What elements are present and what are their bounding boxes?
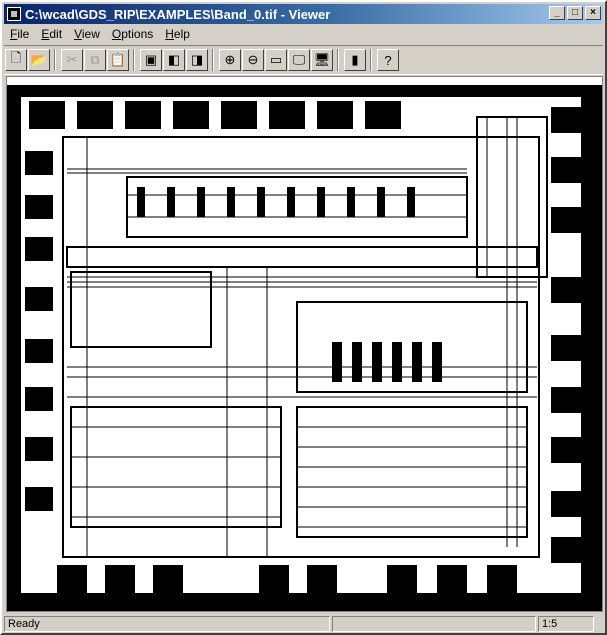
new-document-icon[interactable]: 🗋 [5,49,27,71]
zoom-out-icon[interactable]: ⊖ [242,49,264,71]
toolbar-separator [370,49,372,71]
menu-file[interactable]: File [4,27,35,41]
window-title: C:\wcad\GDS_RIP\EXAMPLES\Band_0.tif - Vi… [25,6,331,22]
zoom-indicator: 1:5 [538,615,594,632]
monitor-color-icon[interactable]: 🖥 [311,49,333,71]
zoom-1-1-icon[interactable]: ▭ [265,49,287,71]
cut-icon[interactable]: ✂ [61,49,83,71]
copy-icon[interactable]: ⧉ [84,49,106,71]
layer-view-icon[interactable]: ▣ [140,49,162,71]
paste-icon[interactable]: 📋 [107,49,129,71]
layer-stack-icon[interactable]: ◧ [163,49,185,71]
title-bar[interactable]: C:\wcad\GDS_RIP\EXAMPLES\Band_0.tif - Vi… [4,4,603,24]
viewer-window: C:\wcad\GDS_RIP\EXAMPLES\Band_0.tif - Vi… [0,0,607,635]
menu-help[interactable]: Help [159,27,196,41]
status-text: Ready [4,615,330,632]
menu-bar: File Edit View Options Help [4,25,603,43]
app-icon[interactable] [7,7,21,21]
open-folder-icon[interactable]: 📂 [28,49,50,71]
layer-color-icon[interactable]: ◨ [186,49,208,71]
menu-view[interactable]: View [68,27,106,41]
menu-edit[interactable]: Edit [35,27,68,41]
zoom-in-icon[interactable]: ⊕ [219,49,241,71]
toolbar-separator [337,49,339,71]
toolbar: 🗋 📂 ✂ ⧉ 📋 ▣ ◧ ◨ ⊕ ⊖ ▭ 🖵 🖥 ▮ ? [4,45,603,75]
toolbar-separator [54,49,56,71]
minimize-button[interactable]: _ [549,6,565,20]
maximize-button[interactable]: □ [567,6,583,20]
image-viewport[interactable] [6,76,603,612]
chip-layout-image [7,85,602,611]
toolbar-separator [212,49,214,71]
status-bar: Ready 1:5 [4,614,603,633]
monitor-fit-icon[interactable]: 🖵 [288,49,310,71]
menu-options[interactable]: Options [106,27,159,41]
ruler-icon[interactable]: ▮ [344,49,366,71]
help-icon[interactable]: ? [377,49,399,71]
status-panel-empty [332,615,536,632]
toolbar-separator [133,49,135,71]
close-button[interactable]: × [585,6,601,20]
